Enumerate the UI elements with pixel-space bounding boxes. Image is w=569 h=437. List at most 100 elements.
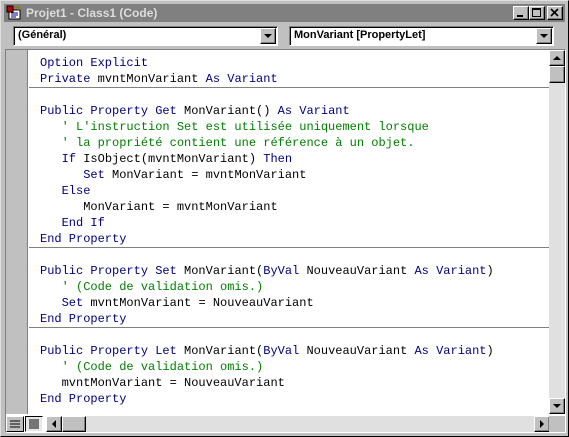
maximize-button[interactable] [529, 6, 545, 20]
window-title: Projet1 - Class1 (Code) [26, 6, 158, 20]
code-token: mvntMonVariant = NouveauVariant [40, 376, 285, 390]
code-token: IsObject(mvntMonVariant) [76, 152, 264, 166]
code-line[interactable]: ' (Code de validation omis.) [40, 279, 264, 295]
scroll-left-button[interactable] [46, 416, 62, 432]
code-line[interactable]: End Property [40, 311, 126, 327]
code-window: Projet1 - Class1 (Code) (Général) MonVar… [0, 0, 569, 437]
procedure-combo-value: MonVariant [PropertyLet] [294, 29, 426, 41]
keyword-token: ByVal [263, 264, 300, 278]
maximize-icon [532, 8, 541, 17]
code-line[interactable]: Public Property Set MonVariant(ByVal Nou… [40, 263, 494, 279]
keyword-token: End Property [40, 232, 127, 246]
arrow-down-icon [553, 404, 561, 408]
code-line[interactable]: MonVariant = mvntMonVariant [40, 199, 278, 215]
code-token: ) [486, 264, 494, 278]
code-line[interactable]: Set MonVariant = mvntMonVariant [40, 167, 306, 183]
code-pane[interactable]: Option Explicit Private mvntMonVariant A… [29, 50, 550, 414]
horizontal-scroll-thumb[interactable] [62, 416, 86, 432]
keyword-token: Public Property Let [40, 344, 177, 358]
code-line[interactable]: Option Explicit [40, 55, 148, 71]
procedure-combo-dropdown-button[interactable] [536, 28, 552, 44]
keyword-token: Public Property Get [40, 104, 177, 118]
code-line[interactable]: Public Property Let MonVariant(ByVal Nou… [40, 343, 494, 359]
code-line[interactable]: End Property [40, 231, 126, 247]
code-token: NouveauVariant [299, 344, 415, 358]
object-combo-value: (Général) [18, 29, 67, 41]
vertical-scrollbar[interactable] [549, 50, 565, 414]
scroll-down-button[interactable] [549, 398, 565, 414]
scroll-right-button[interactable] [534, 416, 550, 432]
code-line[interactable]: mvntMonVariant = NouveauVariant [40, 375, 285, 391]
code-token: ) [486, 344, 494, 358]
horizontal-scrollbar[interactable] [46, 416, 550, 432]
code-line[interactable]: End Property [40, 391, 126, 407]
code-line[interactable]: If IsObject(mvntMonVariant) Then [40, 151, 292, 167]
object-combo-dropdown-button[interactable] [260, 28, 276, 44]
code-token: MonVariant( [176, 264, 264, 278]
close-icon [550, 8, 559, 17]
code-editor[interactable]: Option Explicit Private mvntMonVariant A… [5, 49, 566, 433]
code-line[interactable]: ' la propriété contient une référence à … [40, 135, 415, 151]
procedure-separator [29, 247, 550, 248]
full-module-view-icon [29, 419, 39, 429]
minimize-icon [517, 15, 523, 17]
procedure-view-button[interactable] [6, 416, 24, 432]
full-module-view-button[interactable] [25, 416, 43, 432]
code-token: NouveauVariant [299, 264, 415, 278]
keyword-token: Option Explicit [40, 56, 149, 70]
keyword-token: End Property [40, 392, 127, 406]
keyword-token: If [61, 152, 77, 166]
keyword-token: Private [40, 72, 91, 86]
keyword-token: Public Property Set [40, 264, 177, 278]
keyword-token: As Variant [414, 344, 487, 358]
title-bar[interactable]: Projet1 - Class1 (Code) [4, 4, 565, 22]
scrollbar-corner [549, 416, 565, 432]
vertical-scroll-thumb[interactable] [549, 66, 565, 83]
comment-token: ' (Code de validation omis.) [40, 280, 264, 294]
margin-indicator-bar[interactable] [6, 50, 28, 414]
minimize-button[interactable] [513, 6, 529, 20]
comment-token: ' (Code de validation omis.) [40, 360, 264, 374]
arrow-left-icon [52, 420, 56, 428]
procedure-combo[interactable]: MonVariant [PropertyLet] [289, 26, 554, 46]
code-token: MonVariant = mvntMonVariant [104, 168, 307, 182]
code-line[interactable]: Else [40, 183, 91, 199]
keyword-token: ByVal [263, 344, 300, 358]
code-token: MonVariant( [176, 344, 264, 358]
keyword-token: As Variant [205, 72, 278, 86]
code-line[interactable]: Set mvntMonVariant = NouveauVariant [40, 295, 314, 311]
keyword-token: End If [61, 216, 105, 230]
comment-token: ' la propriété contient une référence à … [40, 136, 415, 150]
chevron-down-icon [264, 34, 272, 38]
scroll-up-button[interactable] [549, 50, 565, 66]
vb-code-module-icon[interactable] [6, 5, 22, 21]
keyword-token: Else [61, 184, 91, 198]
code-token: mvntMonVariant [90, 72, 206, 86]
object-combo[interactable]: (Général) [13, 26, 278, 46]
code-line[interactable]: Public Property Get MonVariant() As Vari… [40, 103, 350, 119]
code-token: MonVariant() [176, 104, 278, 118]
procedure-view-icon [10, 420, 20, 428]
keyword-token: Set [61, 296, 84, 310]
code-line[interactable]: ' (Code de validation omis.) [40, 359, 264, 375]
arrow-up-icon [553, 56, 561, 60]
chevron-down-icon [540, 34, 548, 38]
keyword-token: Set [83, 168, 105, 182]
procedure-separator [29, 327, 550, 328]
close-button[interactable] [547, 6, 563, 20]
keyword-token: As Variant [277, 104, 350, 118]
code-line[interactable]: ' L'instruction Set est utilisée uniquem… [40, 119, 429, 135]
code-line[interactable]: Private mvntMonVariant As Variant [40, 71, 278, 87]
keyword-token: End Property [40, 312, 127, 326]
arrow-right-icon [540, 420, 544, 428]
code-line[interactable]: End If [40, 215, 105, 231]
keyword-token: Then [263, 152, 293, 166]
keyword-token: As Variant [414, 264, 487, 278]
code-token: MonVariant = mvntMonVariant [40, 200, 278, 214]
code-token: mvntMonVariant = NouveauVariant [83, 296, 314, 310]
